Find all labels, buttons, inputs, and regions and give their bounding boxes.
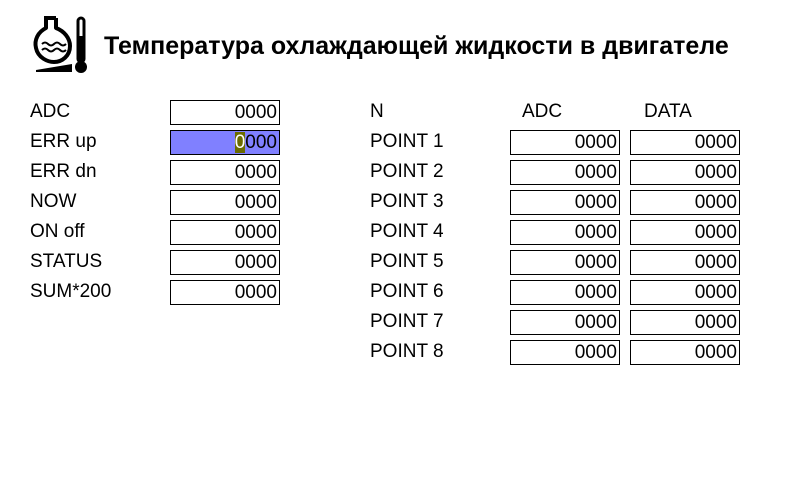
point-adc-field[interactable]: 0000 [510, 310, 620, 335]
param-field-adc[interactable]: 0000 [170, 100, 280, 125]
point-data-field[interactable]: 0000 [630, 340, 740, 365]
point-adc-field[interactable]: 0000 [510, 280, 620, 305]
param-field-err-dn[interactable]: 0000 [170, 160, 280, 185]
point-adc-field[interactable]: 0000 [510, 340, 620, 365]
point-adc-field[interactable]: 0000 [510, 160, 620, 185]
param-label-on-off: ON off [30, 221, 85, 242]
param-field-sum200[interactable]: 0000 [170, 280, 280, 305]
point-label: POINT 7 [370, 311, 444, 332]
point-adc-field[interactable]: 0000 [510, 130, 620, 155]
point-data-field[interactable]: 0000 [630, 310, 740, 335]
point-adc-field[interactable]: 0000 [510, 190, 620, 215]
param-field-err-up[interactable]: 0000 [170, 130, 280, 155]
param-label-status: STATUS [30, 251, 103, 272]
param-field-on-off[interactable]: 0000 [170, 220, 280, 245]
param-label-now: NOW [30, 191, 77, 212]
param-field-status[interactable]: 0000 [170, 250, 280, 275]
point-adc-field[interactable]: 0000 [510, 250, 620, 275]
page-title: Температура охлаждающей жидкости в двига… [104, 32, 729, 60]
param-label-err-dn: ERR dn [30, 161, 97, 182]
point-data-field[interactable]: 0000 [630, 280, 740, 305]
point-label: POINT 1 [370, 131, 444, 152]
engine-coolant-temperature-icon [33, 16, 87, 73]
point-data-field[interactable]: 0000 [630, 190, 740, 215]
point-data-field[interactable]: 0000 [630, 130, 740, 155]
point-adc-field[interactable]: 0000 [510, 220, 620, 245]
edit-cursor: 0 [234, 132, 246, 153]
param-label-sum200: SUM*200 [30, 281, 112, 302]
param-field-now[interactable]: 0000 [170, 190, 280, 215]
column-header-data: DATA [644, 101, 692, 122]
point-data-field[interactable]: 0000 [630, 250, 740, 275]
point-data-field[interactable]: 0000 [630, 160, 740, 185]
point-label: POINT 8 [370, 341, 444, 362]
field-value-rest: 000 [245, 132, 277, 153]
point-label: POINT 6 [370, 281, 444, 302]
param-label-err-up: ERR up [30, 131, 97, 152]
point-label: POINT 3 [370, 191, 444, 212]
point-label: POINT 5 [370, 251, 444, 272]
point-data-field[interactable]: 0000 [630, 220, 740, 245]
column-header-adc: ADC [522, 101, 563, 122]
point-label: POINT 2 [370, 161, 444, 182]
column-header-n: N [370, 101, 384, 122]
param-label-adc: ADC [30, 101, 71, 122]
point-label: POINT 4 [370, 221, 444, 242]
